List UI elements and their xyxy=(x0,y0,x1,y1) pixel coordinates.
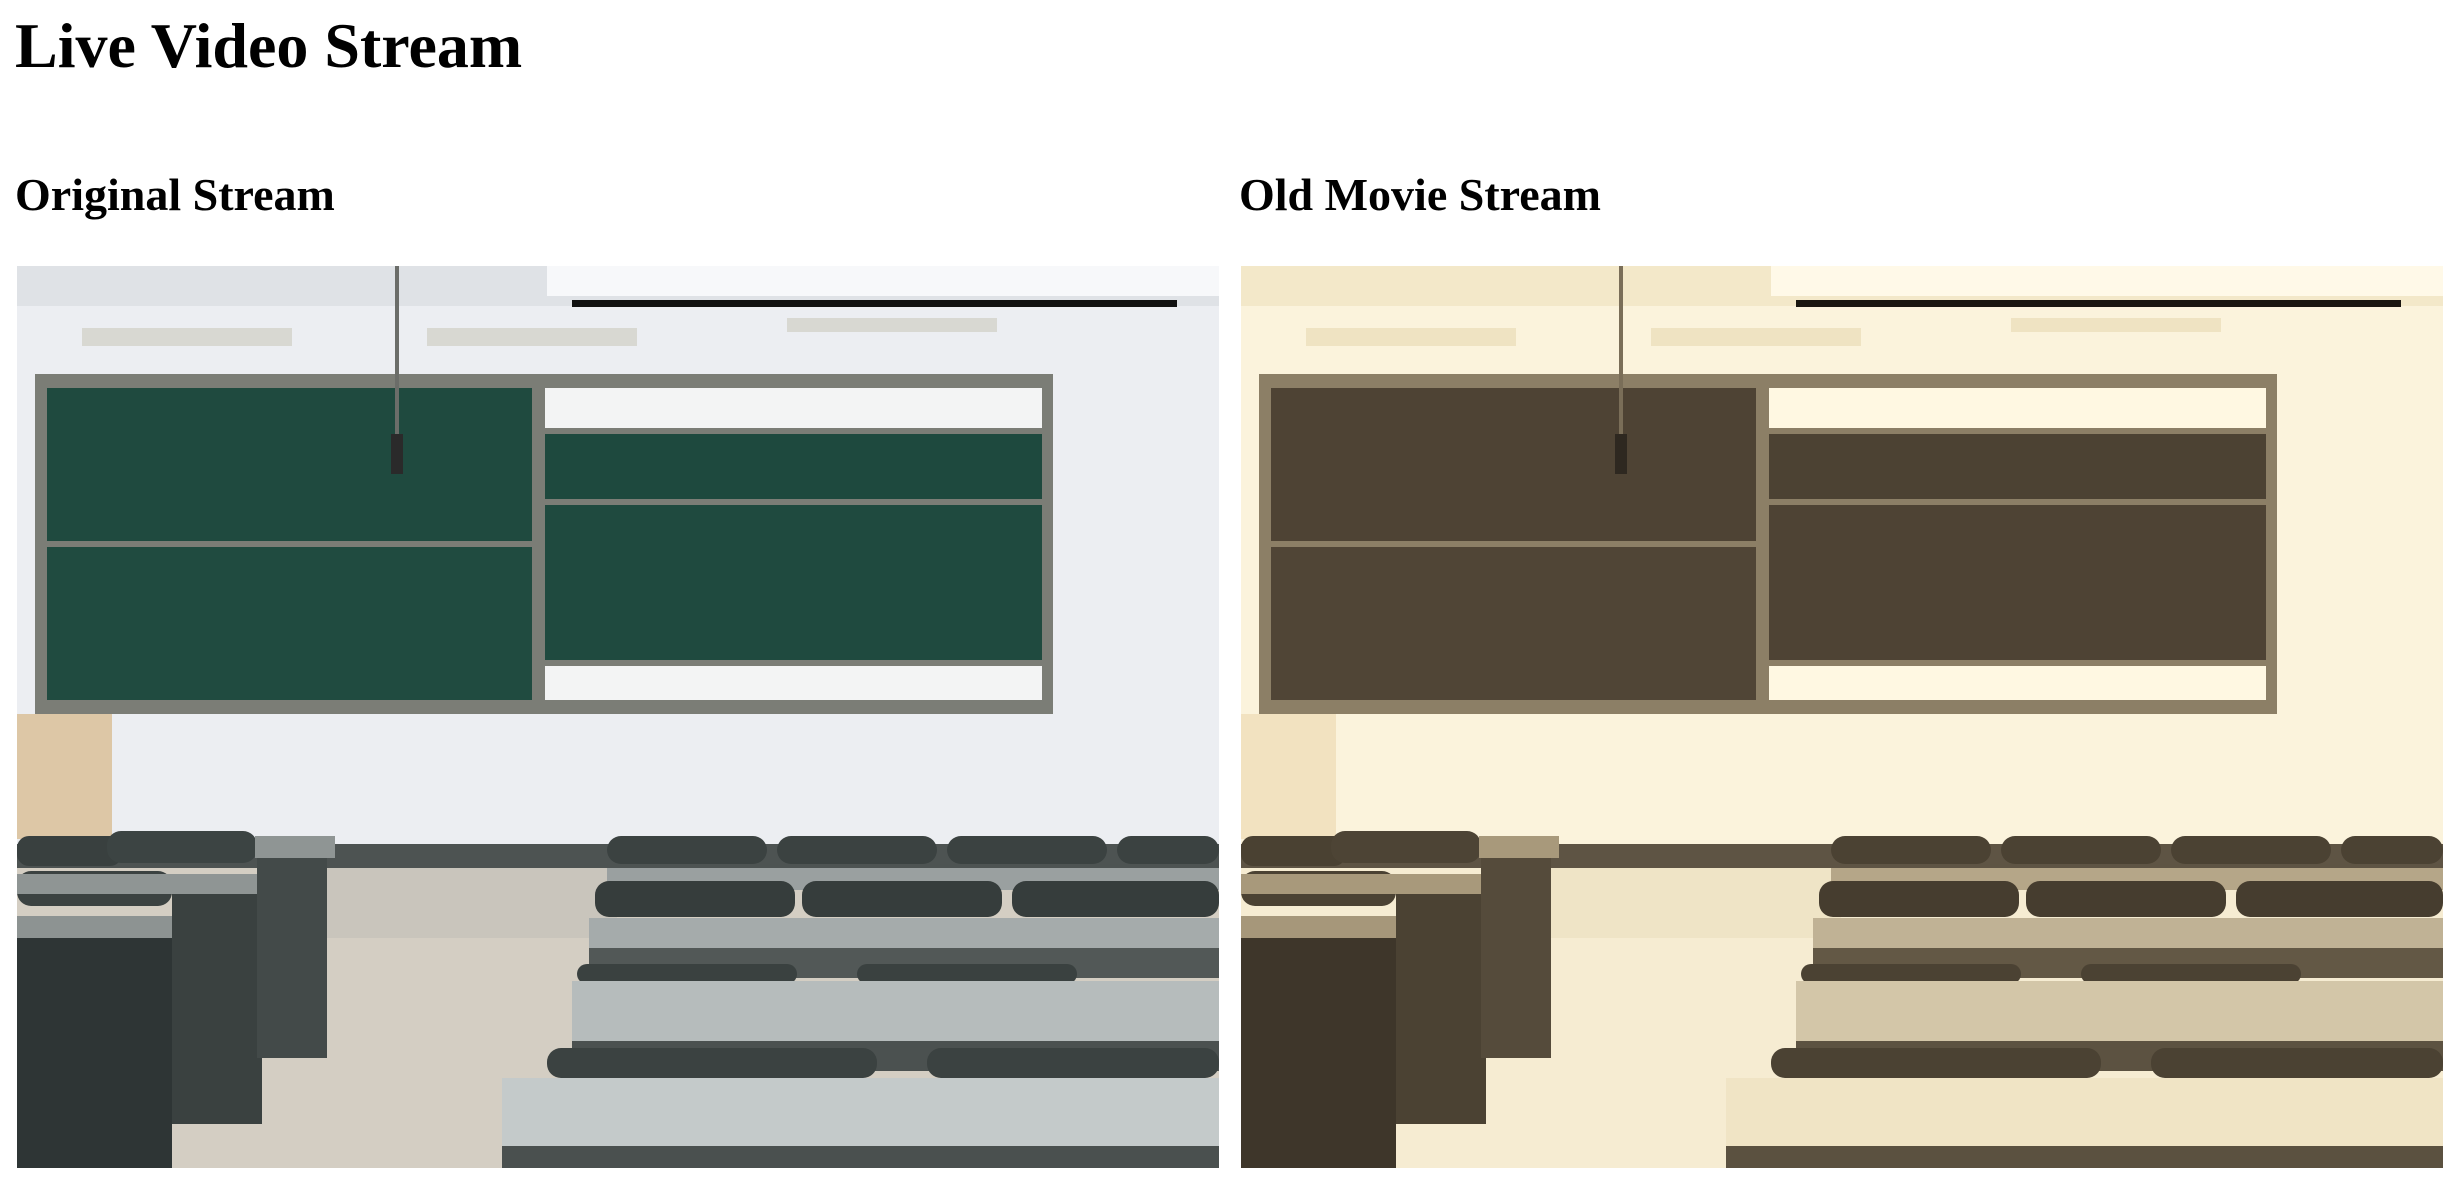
classroom-scene-original xyxy=(17,266,1219,1168)
old-movie-video-feed[interactable] xyxy=(1241,266,2443,1168)
old-movie-stream-panel: Old Movie Stream xyxy=(1239,169,2443,1168)
original-stream-heading: Original Stream xyxy=(15,169,335,220)
classroom-scene-sepia xyxy=(1241,266,2443,1168)
old-movie-stream-heading: Old Movie Stream xyxy=(1239,169,1601,220)
page-title: Live Video Stream xyxy=(15,10,523,81)
original-stream-panel: Original Stream xyxy=(15,169,1219,1168)
original-video-feed[interactable] xyxy=(17,266,1219,1168)
